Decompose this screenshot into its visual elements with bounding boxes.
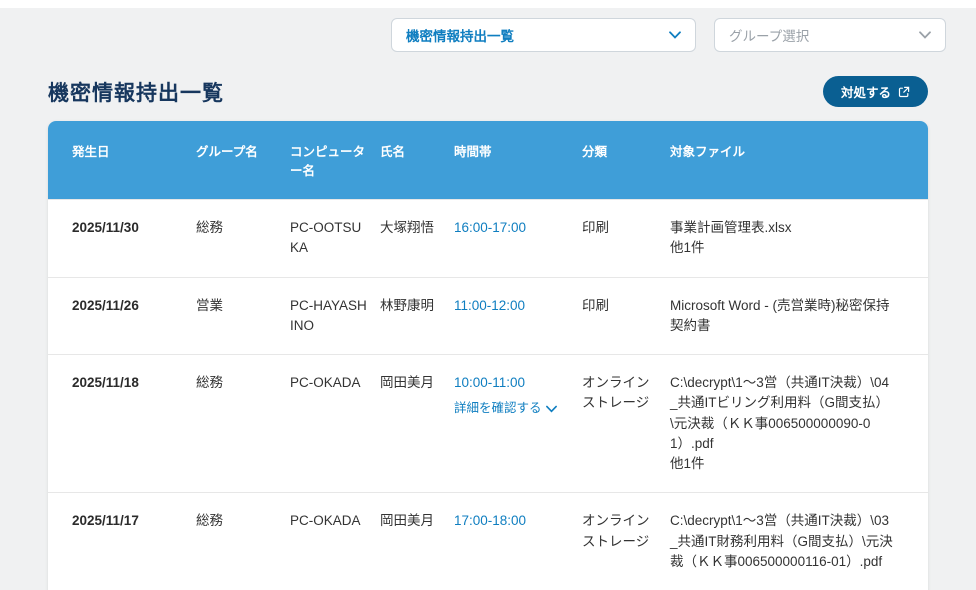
handle-button-label: 対処する — [841, 82, 891, 101]
cell-group: 総務 — [196, 218, 290, 238]
table-body: 2025/11/30総務PC-OOTSUKA大塚翔悟16:00-17:00印刷事… — [48, 199, 928, 590]
chevron-down-icon — [919, 31, 931, 39]
cell-name: 岡田美月 — [380, 373, 454, 393]
table-row: 2025/11/30 総務PC-OOTSUKA大塚翔悟16:00-17:00 印刷事… — [48, 199, 928, 277]
file-name-line: C:\decrypt\1〜3営（共通IT決裁）\03_共通IT財務利用料（G間支… — [670, 511, 894, 572]
cell-category: 印刷 — [582, 218, 670, 238]
cell-group: 総務 — [196, 373, 290, 393]
cell-file: 事業計画管理表.xlsx他1件 — [670, 218, 904, 259]
handle-button[interactable]: 対処する — [823, 76, 928, 107]
cell-category: オンラインストレージ — [582, 373, 670, 414]
file-name-line: 他1件 — [670, 454, 894, 474]
cell-name: 大塚翔悟 — [380, 218, 454, 238]
cell-computer: PC-HAYASHINO — [290, 296, 380, 337]
export-list-table: 発生日 グループ名 コンピューター名 氏名 時間帯 分類 対象ファイル 2025… — [48, 121, 928, 590]
report-select[interactable]: 機密情報持出一覧 — [391, 18, 696, 52]
time-range-link[interactable]: 10:00-11:00 — [454, 375, 525, 390]
time-range-link[interactable]: 16:00-17:00 — [454, 220, 526, 235]
col-header-file: 対象ファイル — [670, 141, 904, 179]
cell-file: Microsoft Word - (売営業時)秘密保持契約書 — [670, 296, 904, 337]
chevron-down-icon — [546, 405, 557, 413]
cell-time: 10:00-11:00 詳細を確認する — [454, 373, 582, 418]
time-range-link[interactable]: 17:00-18:00 — [454, 513, 526, 528]
group-select-placeholder: グループ選択 — [729, 25, 809, 45]
cell-time: 17:00-18:00 — [454, 511, 582, 531]
date-text: 2025/11/26 — [72, 298, 139, 313]
top-strip — [0, 0, 976, 8]
cell-file: C:\decrypt\1〜3営（共通IT決裁）\03_共通IT財務利用料（G間支… — [670, 511, 904, 572]
col-header-date: 発生日 — [72, 141, 196, 179]
col-header-name: 氏名 — [380, 141, 454, 179]
col-header-category: 分類 — [582, 141, 670, 179]
date-text: 2025/11/18 — [72, 375, 139, 390]
col-header-group: グループ名 — [196, 141, 290, 179]
file-name-line: Microsoft Word - (売営業時)秘密保持契約書 — [670, 296, 894, 337]
cell-group: 総務 — [196, 511, 290, 531]
table-row: 2025/11/18 総務PC-OKADA岡田美月10:00-11:00 詳細を確認… — [48, 354, 928, 492]
cell-category: 印刷 — [582, 296, 670, 316]
cell-computer: PC-OKADA — [290, 373, 380, 393]
table-row: 2025/11/17 総務PC-OKADA岡田美月17:00-18:00 オンライン… — [48, 492, 928, 590]
topbar: 機密情報持出一覧 グループ選択 — [0, 8, 976, 58]
cell-group: 営業 — [196, 296, 290, 316]
cell-name: 岡田美月 — [380, 511, 454, 531]
cell-date: 2025/11/17 — [72, 511, 196, 531]
group-select[interactable]: グループ選択 — [714, 18, 946, 52]
page-header: 機密情報持出一覧 対処する — [48, 76, 928, 107]
file-name-line: C:\decrypt\1〜3営（共通IT決裁）\04_共通ITビリング利用料（G… — [670, 373, 894, 454]
table-row: 2025/11/26 営業PC-HAYASHINO林野康明11:00-12:00 印… — [48, 277, 928, 355]
cell-date: 2025/11/30 — [72, 218, 196, 238]
cell-category: オンラインストレージ — [582, 511, 670, 552]
date-text: 2025/11/30 — [72, 220, 139, 235]
detail-toggle-link[interactable]: 詳細を確認する — [454, 399, 572, 418]
cell-time: 11:00-12:00 — [454, 296, 582, 316]
page-content: 機密情報持出一覧 対処する 発生日 グループ名 コンピューター名 氏名 時間帯 … — [0, 58, 976, 590]
chevron-down-icon — [669, 31, 681, 39]
col-header-time: 時間帯 — [454, 141, 582, 179]
cell-date: 2025/11/18 — [72, 373, 196, 393]
table-header-row: 発生日 グループ名 コンピューター名 氏名 時間帯 分類 対象ファイル — [48, 121, 928, 199]
cell-computer: PC-OOTSUKA — [290, 218, 380, 259]
time-range-link[interactable]: 11:00-12:00 — [454, 298, 525, 313]
report-select-value: 機密情報持出一覧 — [406, 25, 514, 45]
col-header-computer: コンピューター名 — [290, 141, 380, 179]
file-name-line: 他1件 — [670, 238, 894, 258]
file-name-line: 事業計画管理表.xlsx — [670, 218, 894, 238]
cell-file: C:\decrypt\1〜3営（共通IT決裁）\04_共通ITビリング利用料（G… — [670, 373, 904, 474]
page-title: 機密情報持出一覧 — [48, 77, 224, 107]
cell-name: 林野康明 — [380, 296, 454, 316]
external-link-icon — [898, 86, 910, 98]
cell-time: 16:00-17:00 — [454, 218, 582, 238]
cell-computer: PC-OKADA — [290, 511, 380, 531]
date-text: 2025/11/17 — [72, 513, 139, 528]
cell-date: 2025/11/26 — [72, 296, 196, 316]
